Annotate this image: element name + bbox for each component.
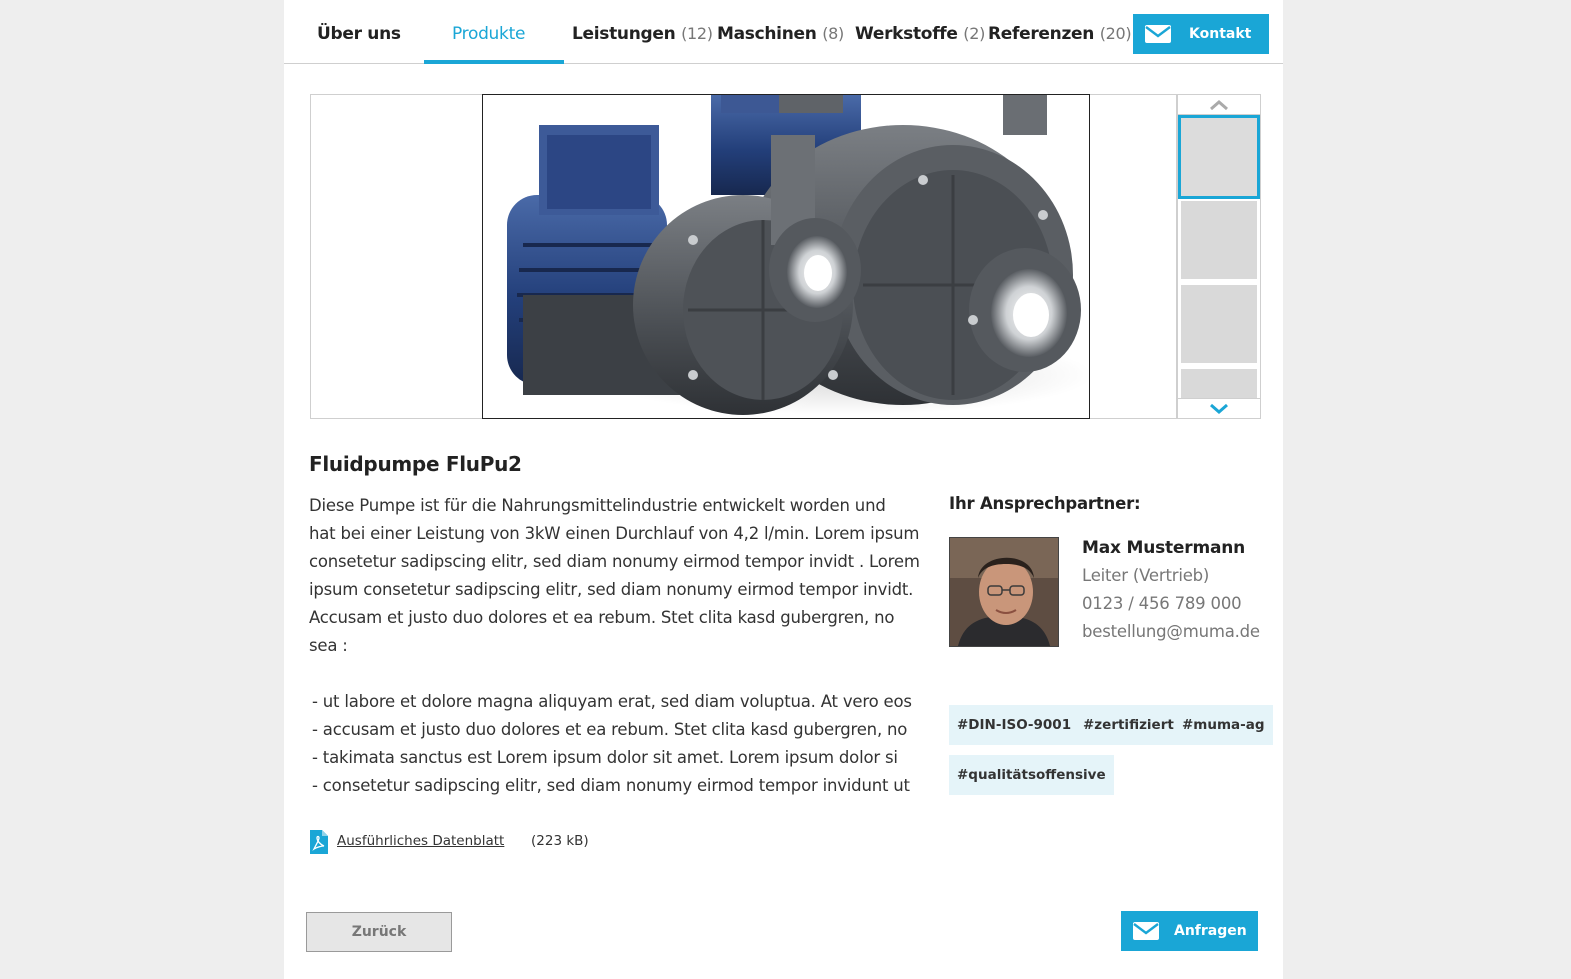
thumbnail-3[interactable] [1181,285,1257,363]
description-line: Diese Pumpe ist für die Nahrungsmittelin… [309,496,886,515]
nav-item-leistungen[interactable]: Leistungen (12) [572,0,713,64]
nav-item-maschinen[interactable]: Maschinen (8) [717,0,844,64]
nav-label: Produkte [452,24,526,44]
description-line: sea : [309,636,348,655]
chevron-down-icon [1210,403,1228,414]
datasheet-link[interactable]: Ausführliches Datenblatt [337,833,504,849]
contact-role: Leiter (Vertrieb) [1082,566,1210,585]
nav-label: Referenzen [988,24,1095,44]
nav-label: Maschinen [717,24,817,44]
tag-chip[interactable]: #zertifiziert [1075,705,1182,745]
nav-label: Werkstoffe [855,24,958,44]
description-line: ipsum consetetur sadipscing elitr, sed d… [309,580,914,599]
page: Über uns Produkte Leistungen (12) Maschi… [284,0,1283,979]
nav-count: (8) [822,24,844,43]
tag-chip[interactable]: #muma-ag [1174,705,1273,745]
nav-item-produkte[interactable]: Produkte [452,0,525,64]
nav-item-werkstoffe[interactable]: Werkstoffe (2) [855,0,985,64]
contact-avatar [949,537,1059,647]
nav-count: (12) [681,24,713,43]
datasheet-size: (223 kB) [531,833,589,849]
contact-heading: Ihr Ansprechpartner: [949,494,1141,513]
description-line: hat bei einer Leistung von 3kW einen Dur… [309,524,920,543]
main-navigation: Über uns Produkte Leistungen (12) Maschi… [284,0,1283,64]
feature-list: - ut labore et dolore magna aliquyam era… [312,688,932,800]
contact-phone[interactable]: 0123 / 456 789 000 [1082,594,1242,613]
nav-label: Über uns [317,24,401,44]
chevron-up-icon [1210,100,1228,111]
thumbnail-strip [1177,94,1261,419]
nav-count: (2) [963,24,986,43]
kontakt-button-label: Kontakt [1189,26,1252,42]
feature-item: - takimata sanctus est Lorem ipsum dolor… [312,748,898,767]
nav-label: Leistungen [572,24,676,44]
thumbnail-4[interactable] [1181,369,1257,398]
thumbnail-1[interactable] [1178,115,1260,199]
thumbnail-scroll-up[interactable] [1178,95,1260,115]
envelope-icon [1133,922,1159,944]
envelope-icon [1145,25,1171,47]
contact-name: Max Mustermann [1082,538,1246,558]
thumbnail-scroll-down[interactable] [1178,398,1260,419]
feature-item: - ut labore et dolore magna aliquyam era… [312,692,912,711]
nav-count: (20) [1099,24,1132,43]
tag-chip[interactable]: #DIN-ISO-9001 [949,705,1080,745]
inquire-button-label: Anfragen [1174,923,1247,939]
contact-email[interactable]: bestellung@muma.de [1082,622,1260,641]
product-title: Fluidpumpe FluPu2 [309,452,522,476]
kontakt-button[interactable]: Kontakt [1133,14,1269,54]
pump-photo [483,95,1089,418]
description-line: Accusam et justo duo dolores et ea rebum… [309,608,895,627]
product-main-image[interactable] [482,94,1090,419]
feature-item: - consetetur sadipscing elitr, sed diam … [312,776,910,795]
nav-item-ueber-uns[interactable]: Über uns [317,0,401,64]
nav-active-indicator [424,60,564,64]
back-button[interactable]: Zurück [306,912,452,952]
product-description: Diese Pumpe ist für die Nahrungsmittelin… [309,492,929,660]
pdf-icon [310,830,328,858]
thumbnail-2[interactable] [1181,201,1257,279]
nav-item-referenzen[interactable]: Referenzen (20) [988,0,1132,64]
description-line: consetetur sadipscing elitr, sed diam no… [309,552,920,571]
tag-chip[interactable]: #qualitätsoffensive [949,755,1114,795]
product-gallery [310,94,1177,419]
inquire-button[interactable]: Anfragen [1121,911,1258,951]
feature-item: - accusam et justo duo dolores et ea reb… [312,720,908,739]
